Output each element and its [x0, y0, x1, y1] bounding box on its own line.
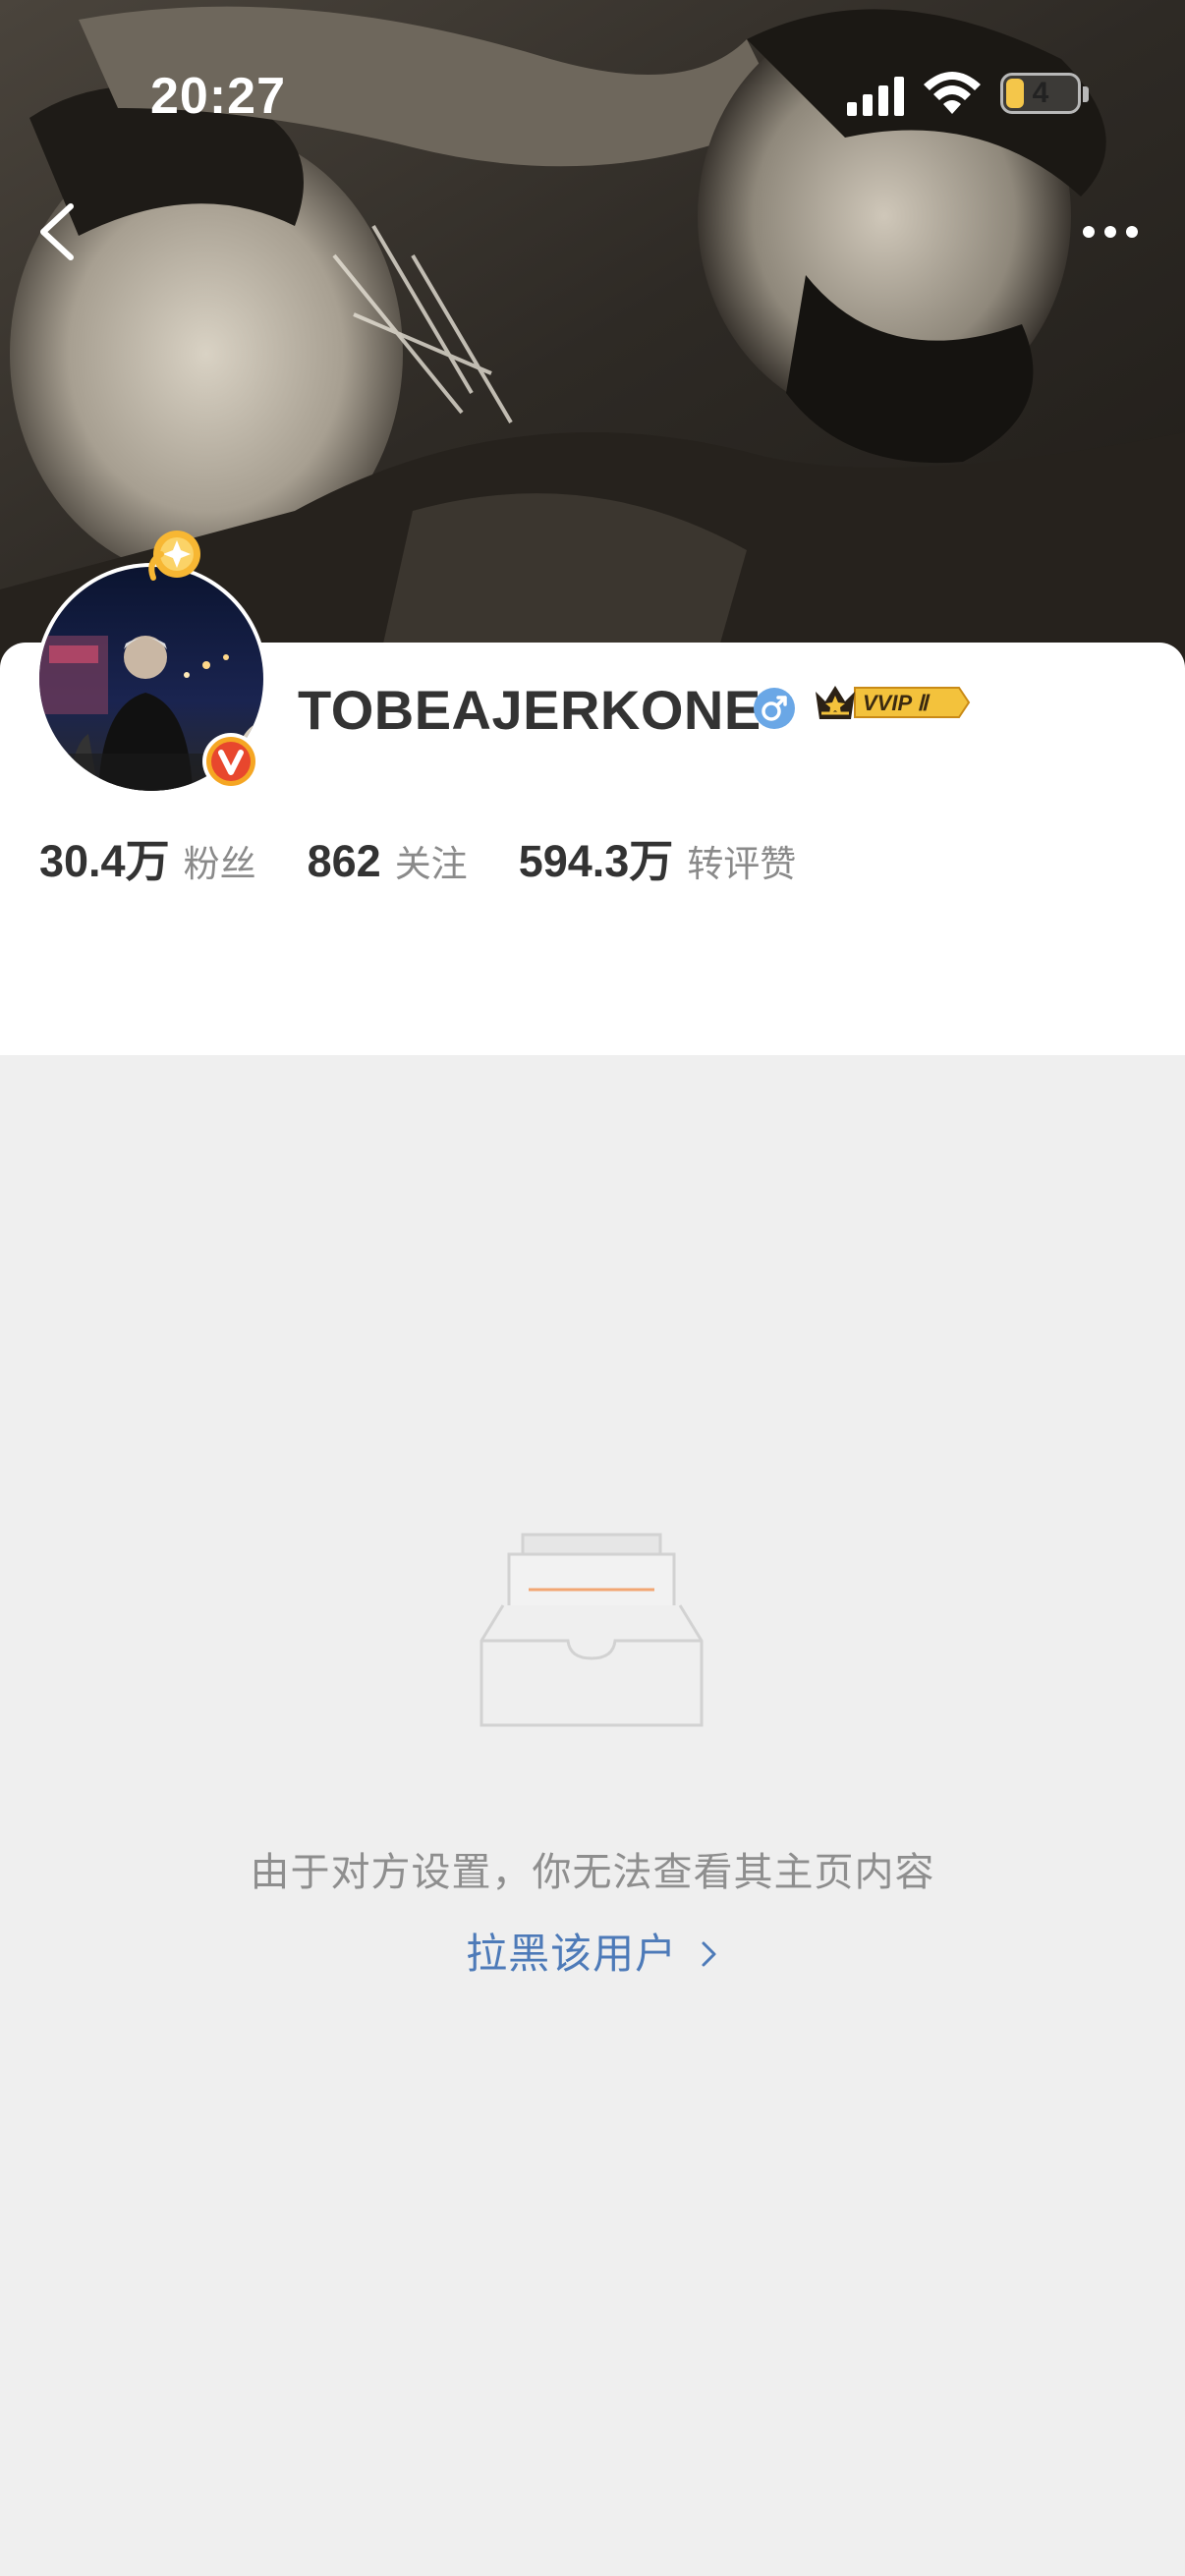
- battery-cap: [1083, 86, 1089, 102]
- cellular-signal-icon: [847, 77, 904, 116]
- chevron-right-icon: [700, 1931, 719, 1977]
- empty-box-icon: [480, 1533, 704, 1727]
- block-user-label: 拉黑该用户: [466, 1931, 678, 1977]
- stat-interactions[interactable]: 594.3万 转评赞: [519, 825, 797, 889]
- profile-stats: 30.4万 粉丝 862 关注 594.3万 转评赞: [39, 825, 847, 887]
- chevron-left-icon: [40, 203, 74, 260]
- vvip-label: VVIP Ⅱ: [863, 691, 931, 715]
- block-user-link[interactable]: 拉黑该用户: [0, 1921, 1185, 1981]
- username: TOBEAJERKONE: [298, 679, 762, 741]
- stat-value: 30.4万: [39, 836, 170, 886]
- more-button[interactable]: [1077, 193, 1150, 271]
- empty-state-message: 由于对方设置，你无法查看其主页内容: [250, 1851, 935, 1894]
- stat-value: 594.3万: [518, 836, 674, 886]
- stat-label: 转评赞: [687, 844, 797, 884]
- verified-v-icon: [202, 733, 259, 790]
- male-icon: [754, 688, 795, 729]
- battery-level: 4: [1032, 77, 1049, 109]
- avatar-decoration-icon: [148, 531, 200, 581]
- stat-label: 粉丝: [183, 844, 256, 884]
- back-button[interactable]: [26, 193, 94, 271]
- more-horizontal-icon: [1083, 226, 1138, 238]
- profile-screen: 20:27 4 TOBEAJERKONE VVIP Ⅱ 30.4万 粉丝 862…: [0, 0, 1185, 2576]
- wifi-icon: [924, 72, 981, 114]
- crown-icon: VVIP Ⅱ: [816, 686, 971, 719]
- status-bar: 20:27 4: [0, 0, 1185, 187]
- status-time: 20:27: [150, 68, 286, 125]
- stat-value: 862: [307, 836, 381, 886]
- vvip-badge[interactable]: VVIP Ⅱ: [812, 680, 971, 730]
- stat-followers[interactable]: 30.4万 粉丝: [39, 825, 256, 889]
- stat-label: 关注: [394, 844, 468, 884]
- stat-following[interactable]: 862 关注: [308, 834, 468, 887]
- battery-icon: 4: [1000, 73, 1081, 114]
